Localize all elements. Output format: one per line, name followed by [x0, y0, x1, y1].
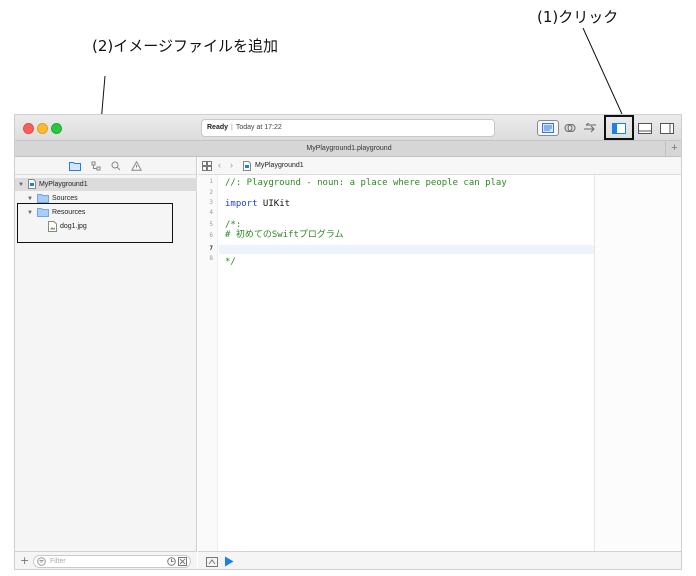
standard-editor-button[interactable] [537, 120, 559, 136]
filter-field[interactable]: Filter [33, 555, 191, 568]
add-file-button[interactable]: + [20, 554, 29, 567]
code-line-1[interactable]: //: Playground - noun: a place where peo… [225, 178, 507, 188]
back-chevron-icon[interactable]: ‹ [218, 157, 221, 174]
tree-item-label: Sources [51, 195, 78, 202]
code-line-3[interactable]: import UIKit [225, 199, 290, 209]
code-line-6[interactable]: # 初めてのSwiftプログラム [225, 230, 344, 240]
toolbar: Ready | Today at 17:22 [15, 115, 681, 141]
line-number: 5 [209, 221, 213, 228]
close-window-button[interactable] [23, 123, 34, 134]
xcode-window: Ready | Today at 17:22 MyPlayground1.pla… [14, 114, 682, 570]
hierarchy-icon[interactable] [91, 161, 101, 171]
project-navigator: ▼ MyPlayground1 ▼ Sources ▼ Resources do… [15, 157, 197, 569]
filter-placeholder: Filter [50, 558, 66, 565]
related-items-grid-icon[interactable] [202, 161, 212, 171]
editor-footer [198, 551, 681, 569]
line-number: 6 [209, 232, 213, 239]
version-editor-icon [584, 123, 596, 133]
recent-files-clock-icon[interactable] [167, 557, 176, 566]
callout-click-label: (1)クリック [537, 8, 619, 26]
tree-item-label: MyPlayground1 [38, 181, 88, 188]
line-number: 4 [209, 209, 213, 216]
status-time: Today at 17:22 [235, 124, 282, 131]
line-number: 1 [209, 178, 213, 185]
callout-add-image-label: (2)イメージファイルを追加 [92, 37, 278, 55]
status-separator: | [231, 124, 233, 131]
version-editor-button[interactable] [581, 120, 599, 136]
playground-file-icon [243, 161, 251, 171]
assistant-editor-icon [564, 124, 576, 132]
status-state: Ready [207, 124, 229, 131]
line-number: 3 [209, 199, 213, 206]
current-line-highlight [219, 245, 594, 254]
search-icon[interactable] [111, 161, 121, 171]
run-playground-play-icon[interactable] [224, 556, 234, 567]
line-number-current: 7 [209, 245, 213, 252]
breadcrumb[interactable]: MyPlayground1 [255, 157, 304, 174]
line-number: 8 [209, 255, 213, 262]
toggle-debug-area-button[interactable] [636, 120, 654, 136]
keyword-import: import [225, 199, 258, 209]
tab-title[interactable]: MyPlayground1.playground [306, 145, 391, 152]
assistant-editor-button[interactable] [561, 120, 579, 136]
warning-icon[interactable] [131, 160, 142, 171]
jump-bar: ‹ › MyPlayground1 [198, 157, 681, 175]
minimize-window-button[interactable] [37, 123, 48, 134]
module-name: UIKit [257, 199, 291, 209]
navigator-selector-bar [15, 157, 196, 175]
navigator-footer: + Filter [15, 551, 197, 569]
resources-highlight [17, 203, 173, 243]
debug-area-toggle-icon[interactable] [206, 557, 218, 567]
source-editor: ‹ › MyPlayground1 1 2 3 4 5 6 7 8 //: Pl… [198, 157, 681, 569]
right-panel-icon [660, 122, 674, 134]
zoom-window-button[interactable] [51, 123, 62, 134]
new-tab-button[interactable]: + [665, 141, 681, 156]
bottom-panel-icon [638, 122, 652, 134]
navigator-toggle-highlight [604, 115, 634, 140]
line-number-gutter: 1 2 3 4 5 6 7 8 [198, 175, 218, 551]
folder-icon[interactable] [69, 161, 81, 171]
activity-status: Ready | Today at 17:22 [201, 119, 495, 137]
code-line-5[interactable]: /*: [225, 220, 241, 230]
filter-icon [37, 557, 46, 566]
disclosure-triangle-icon[interactable]: ▼ [18, 179, 26, 192]
toggle-utilities-button[interactable] [658, 120, 676, 136]
results-sidebar [594, 175, 681, 551]
standard-editor-icon [542, 123, 554, 133]
tab-bar: MyPlayground1.playground + [15, 141, 681, 157]
line-number: 2 [209, 189, 213, 196]
tree-item-playground[interactable]: ▼ MyPlayground1 [15, 178, 197, 191]
scm-filter-icon[interactable] [178, 557, 187, 566]
folder-icon [36, 193, 49, 203]
code-line-8[interactable]: */ [225, 257, 236, 267]
forward-chevron-icon[interactable]: › [230, 157, 233, 174]
playground-file-icon [27, 179, 36, 190]
